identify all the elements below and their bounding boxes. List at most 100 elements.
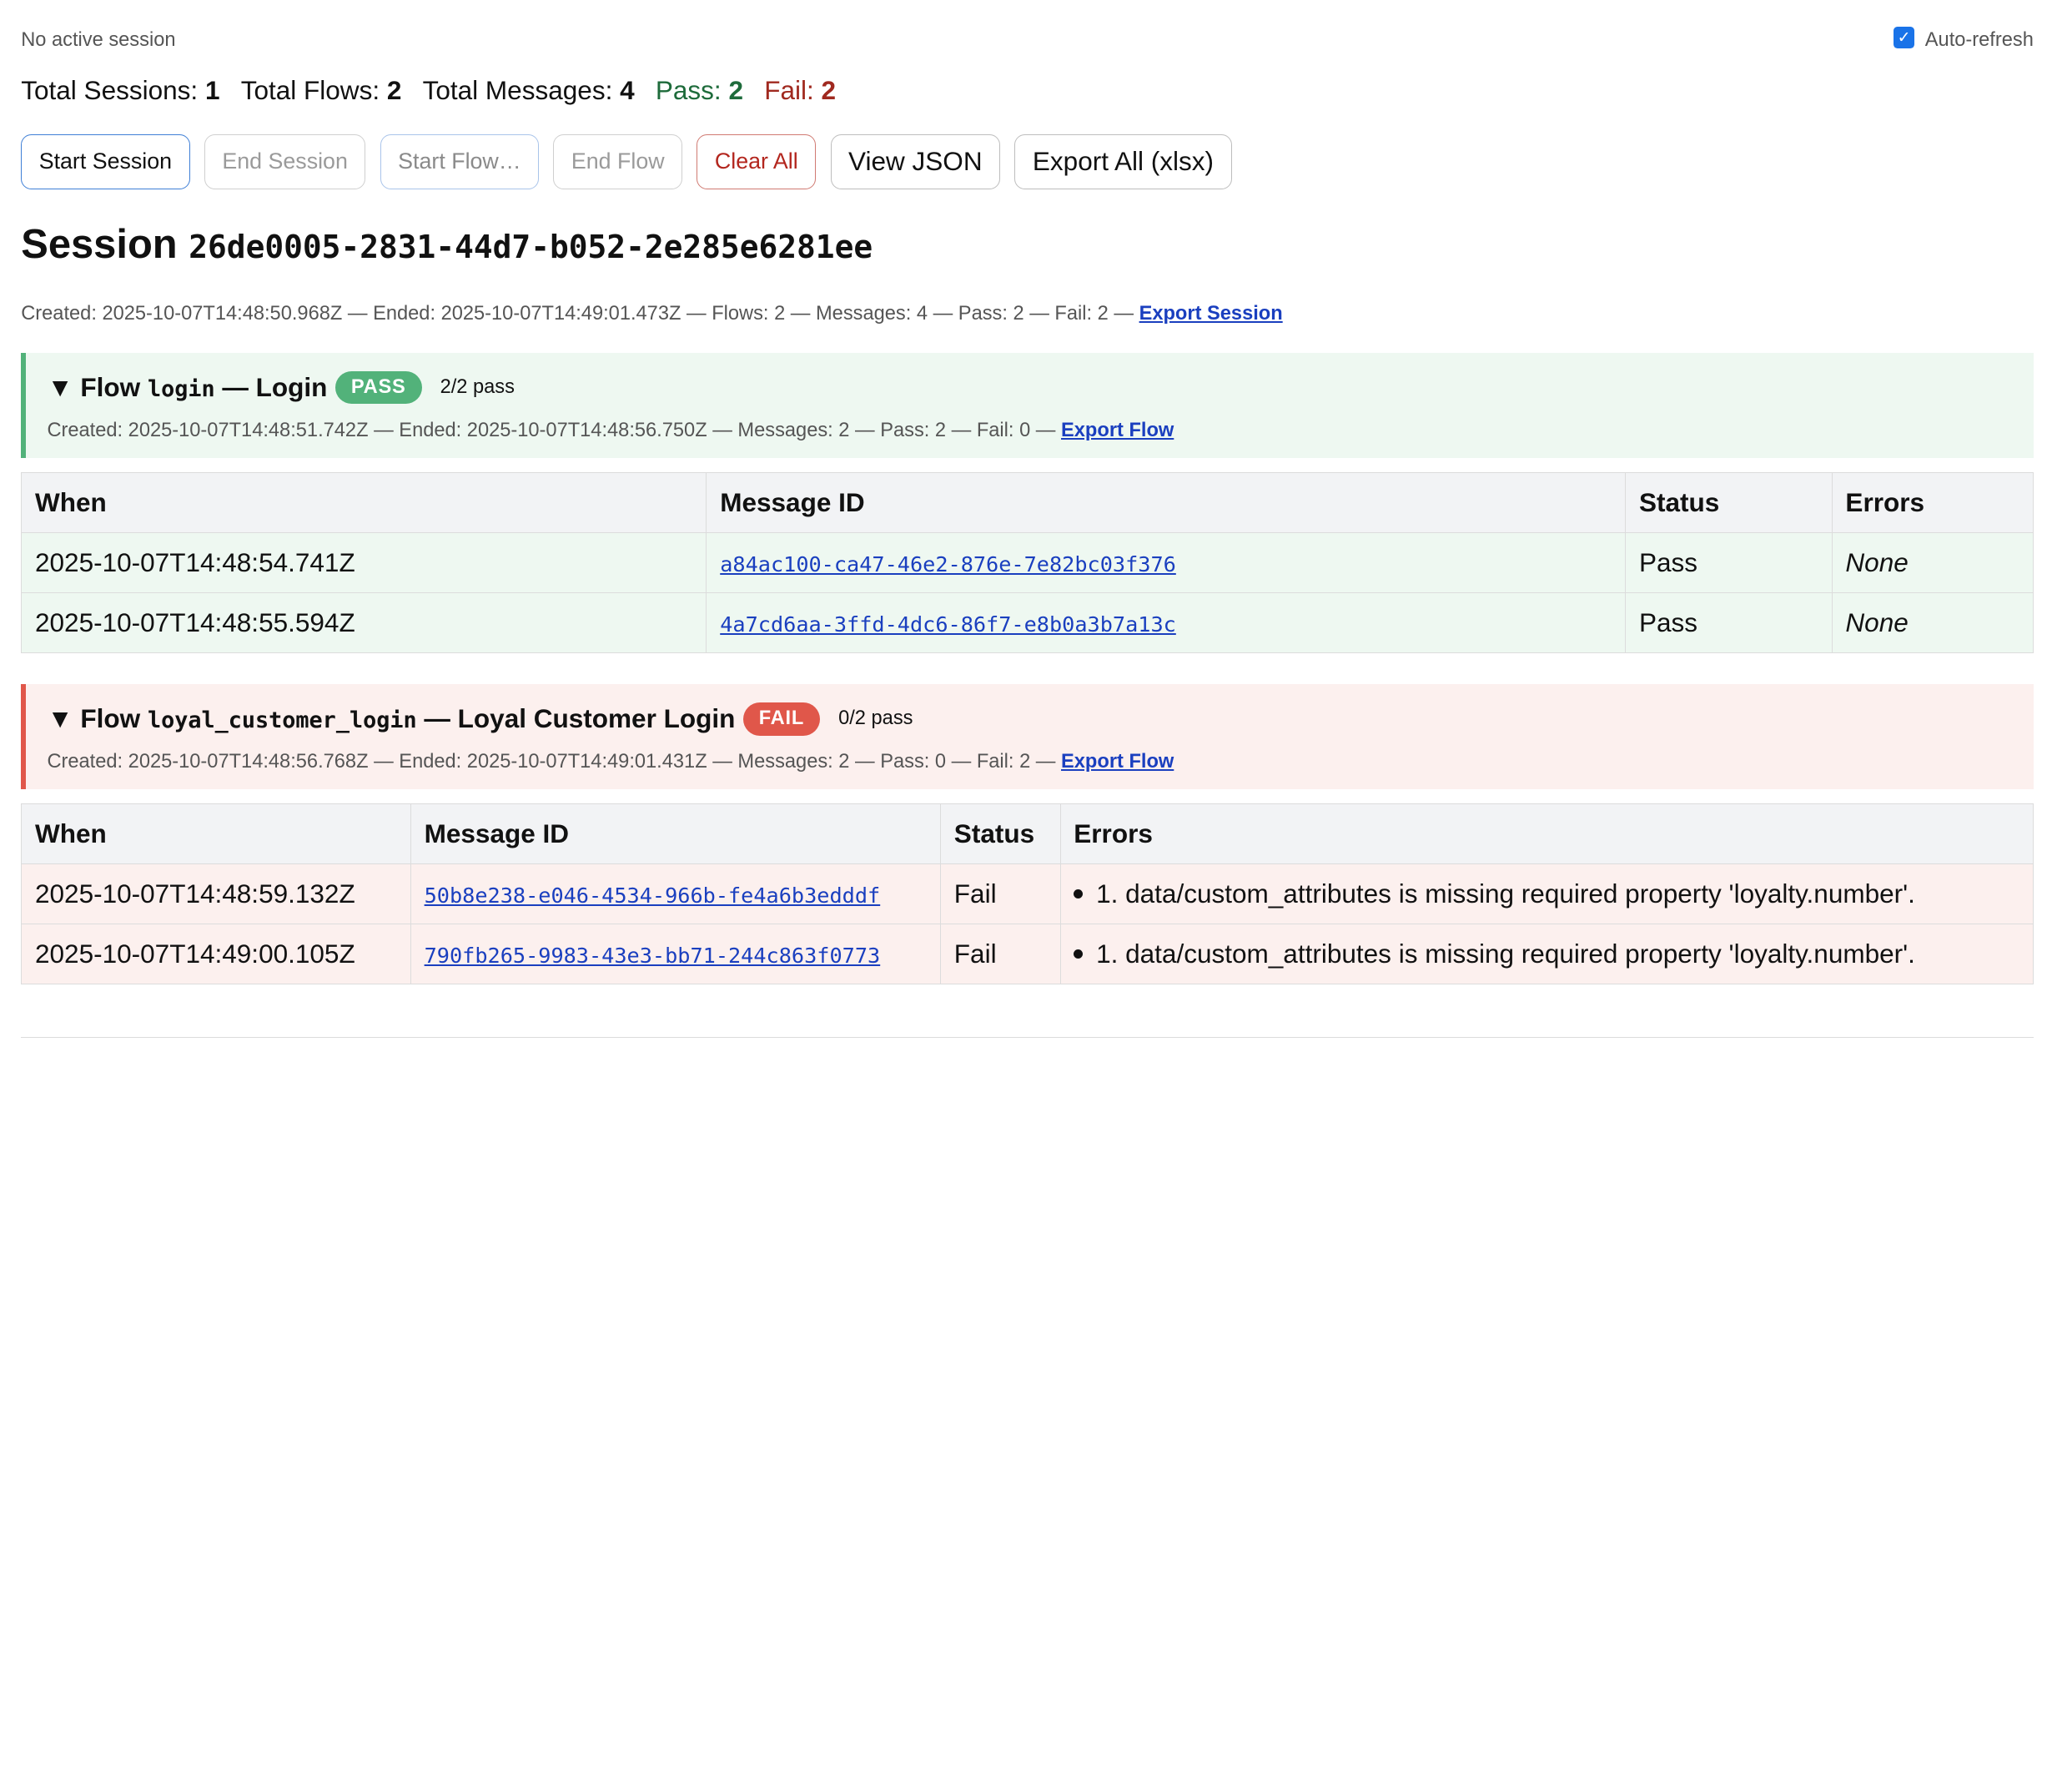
column-header-errors: Errors xyxy=(1831,472,2034,534)
table-header-row: When Message ID Status Errors xyxy=(21,803,2034,865)
table-row: 2025-10-07T14:48:55.594Z 4a7cd6aa-3ffd-4… xyxy=(21,592,2034,653)
cell-message-id: 50b8e238-e046-4534-966b-fe4a6b3edddf xyxy=(410,863,942,925)
flow-meta-text: Created: 2025-10-07T14:48:56.768Z — Ende… xyxy=(47,751,1056,773)
column-header-when: When xyxy=(21,472,707,534)
column-header-status: Status xyxy=(940,803,1061,865)
stat-messages-value: 4 xyxy=(620,74,635,105)
end-session-button[interactable]: End Session xyxy=(204,133,366,190)
pass-count: 2/2 pass xyxy=(440,375,515,398)
start-flow-button[interactable]: Start Flow… xyxy=(380,133,540,190)
autorefresh-toggle[interactable]: ✓ Auto-refresh xyxy=(1893,27,2034,52)
stat-pass: Pass: 2 xyxy=(656,75,743,106)
status-badge: FAIL xyxy=(742,702,821,736)
cell-when: 2025-10-07T14:48:54.741Z xyxy=(21,532,707,593)
cell-status: Fail xyxy=(940,924,1061,985)
cell-when: 2025-10-07T14:49:00.105Z xyxy=(21,924,411,985)
checkbox-checked-icon[interactable]: ✓ xyxy=(1893,27,1915,48)
cell-when: 2025-10-07T14:48:55.594Z xyxy=(21,592,707,653)
page: No active session ✓ Auto-refresh Total S… xyxy=(0,0,2052,1792)
stat-flows: Total Flows: 2 xyxy=(241,75,402,106)
start-session-button[interactable]: Start Session xyxy=(21,133,190,190)
message-id-link[interactable]: 50b8e238-e046-4534-966b-fe4a6b3edddf xyxy=(425,883,881,908)
column-header-message-id: Message ID xyxy=(706,472,1627,534)
cell-message-id: a84ac100-ca47-46e2-876e-7e82bc03f376 xyxy=(706,532,1627,593)
error-list-item: 1. data/custom_attributes is missing req… xyxy=(1074,939,2019,969)
messages-table-login: When Message ID Status Errors 2025-10-07… xyxy=(21,472,2034,653)
flow-key: loyal_customer_login xyxy=(147,707,417,734)
session-title: Session 26de0005-2831-44d7-b052-2e285e62… xyxy=(21,221,873,268)
export-flow-link[interactable]: Export Flow xyxy=(1061,751,1174,773)
cell-errors: 1. data/custom_attributes is missing req… xyxy=(1059,863,2034,925)
flow-prefix: Flow xyxy=(80,703,141,734)
disclosure-triangle-icon[interactable]: ▼ xyxy=(47,703,73,733)
message-id-link[interactable]: a84ac100-ca47-46e2-876e-7e82bc03f376 xyxy=(720,552,1176,576)
end-flow-button[interactable]: End Flow xyxy=(553,133,683,190)
clear-all-button[interactable]: Clear All xyxy=(697,133,817,190)
bullet-icon xyxy=(1074,889,1084,899)
flow-name: — Loyal Customer Login xyxy=(424,703,736,734)
status-badge: PASS xyxy=(334,370,422,405)
cell-status: Pass xyxy=(1625,592,1833,653)
stat-pass-label: Pass: xyxy=(655,74,722,105)
summary-stats: Total Sessions: 1 Total Flows: 2 Total M… xyxy=(21,75,836,106)
session-meta: Created: 2025-10-07T14:48:50.968Z — Ende… xyxy=(21,303,1282,325)
table-header-row: When Message ID Status Errors xyxy=(21,472,2034,534)
stat-fail-value: 2 xyxy=(821,74,837,105)
stat-messages: Total Messages: 4 xyxy=(423,75,635,106)
session-title-prefix: Session xyxy=(21,221,178,267)
stat-fail: Fail: 2 xyxy=(764,75,836,106)
cell-message-id: 790fb265-9983-43e3-bb71-244c863f0773 xyxy=(410,924,942,985)
session-id: 26de0005-2831-44d7-b052-2e285e6281ee xyxy=(189,228,873,265)
top-bar: No active session ✓ Auto-refresh xyxy=(21,27,2034,58)
flow-toggle[interactable]: ▼ Flow loyal_customer_login — Loyal Cust… xyxy=(47,703,735,734)
cell-message-id: 4a7cd6aa-3ffd-4dc6-86f7-e8b0a3b7a13c xyxy=(706,592,1627,653)
flow-header-loyal-customer-login: ▼ Flow loyal_customer_login — Loyal Cust… xyxy=(21,683,2034,790)
flow-key: login xyxy=(147,375,215,402)
stat-messages-label: Total Messages: xyxy=(422,74,613,105)
table-row: 2025-10-07T14:49:00.105Z 790fb265-9983-4… xyxy=(21,924,2034,985)
error-text: 1. data/custom_attributes is missing req… xyxy=(1096,939,1915,969)
column-header-errors: Errors xyxy=(1059,803,2034,865)
stat-flows-value: 2 xyxy=(386,74,402,105)
cell-errors: None xyxy=(1831,532,2034,593)
column-header-status: Status xyxy=(1625,472,1833,534)
toolbar: Start Session End Session Start Flow… En… xyxy=(21,133,1232,190)
column-header-when: When xyxy=(21,803,411,865)
export-session-link[interactable]: Export Session xyxy=(1139,303,1283,325)
column-header-message-id: Message ID xyxy=(410,803,942,865)
export-all-button[interactable]: Export All (xlsx) xyxy=(1014,133,1232,190)
flow-toggle[interactable]: ▼ Flow login — Login xyxy=(47,372,327,403)
stat-sessions-value: 1 xyxy=(204,74,220,105)
error-list-item: 1. data/custom_attributes is missing req… xyxy=(1074,878,2019,909)
divider xyxy=(21,1036,2034,1039)
cell-errors: None xyxy=(1831,592,2034,653)
stat-flows-label: Total Flows: xyxy=(240,74,380,105)
cell-status: Fail xyxy=(940,863,1061,925)
flow-meta: Created: 2025-10-07T14:48:51.742Z — Ende… xyxy=(47,420,1174,442)
flow-prefix: Flow xyxy=(80,371,141,402)
flow-meta-text: Created: 2025-10-07T14:48:51.742Z — Ende… xyxy=(47,420,1056,442)
export-flow-link[interactable]: Export Flow xyxy=(1061,420,1174,441)
session-meta-text: Created: 2025-10-07T14:48:50.968Z — Ende… xyxy=(21,302,1134,325)
flow-meta: Created: 2025-10-07T14:48:56.768Z — Ende… xyxy=(47,751,1174,773)
stat-sessions: Total Sessions: 1 xyxy=(21,75,219,106)
pass-count: 0/2 pass xyxy=(838,707,913,730)
cell-status: Pass xyxy=(1625,532,1833,593)
cell-when: 2025-10-07T14:48:59.132Z xyxy=(21,863,411,925)
stat-fail-label: Fail: xyxy=(764,74,814,105)
disclosure-triangle-icon[interactable]: ▼ xyxy=(47,372,73,402)
autorefresh-label: Auto-refresh xyxy=(1924,28,2034,51)
view-json-button[interactable]: View JSON xyxy=(830,133,1001,190)
error-text: 1. data/custom_attributes is missing req… xyxy=(1096,878,1915,909)
message-id-link[interactable]: 790fb265-9983-43e3-bb71-244c863f0773 xyxy=(425,944,881,968)
bullet-icon xyxy=(1074,949,1084,959)
stat-sessions-label: Total Sessions: xyxy=(21,74,199,105)
stat-pass-value: 2 xyxy=(728,74,743,105)
table-row: 2025-10-07T14:48:59.132Z 50b8e238-e046-4… xyxy=(21,863,2034,925)
table-row: 2025-10-07T14:48:54.741Z a84ac100-ca47-4… xyxy=(21,532,2034,593)
message-id-link[interactable]: 4a7cd6aa-3ffd-4dc6-86f7-e8b0a3b7a13c xyxy=(720,612,1176,637)
flow-title-row: ▼ Flow loyal_customer_login — Loyal Cust… xyxy=(47,702,913,736)
cell-errors: 1. data/custom_attributes is missing req… xyxy=(1059,924,2034,985)
messages-table-loyal-customer-login: When Message ID Status Errors 2025-10-07… xyxy=(21,803,2034,985)
session-status-text: No active session xyxy=(21,28,176,51)
